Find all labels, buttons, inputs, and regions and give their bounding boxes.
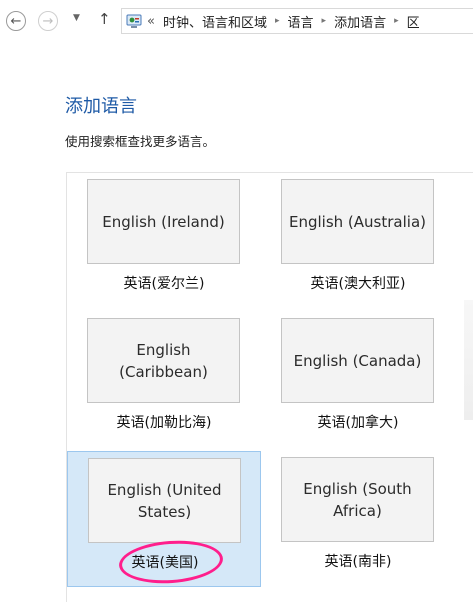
forward-button[interactable]: → — [38, 11, 58, 31]
language-list: English (Ireland) 英语(爱尔兰) English (Austr… — [66, 172, 473, 602]
navigation-bar: ← → ▼ ↑ « 时钟、语言和区域 ▸ 语言 ▸ 添加语言 ▸ 区 — [0, 0, 473, 44]
instructions-text: 使用搜索框查找更多语言。 — [65, 134, 216, 149]
language-tile: English (Caribbean) — [87, 318, 240, 403]
language-item-english-australia[interactable]: English (Australia) 英语(澳大利亚) — [261, 173, 455, 309]
breadcrumb-add-language[interactable]: 添加语言 — [334, 12, 386, 31]
language-tile: English (Ireland) — [87, 179, 240, 264]
language-item-english-canada[interactable]: English (Canada) 英语(加拿大) — [261, 312, 455, 448]
breadcrumb-separator-icon[interactable]: ▸ — [394, 16, 399, 26]
language-item-english-caribbean[interactable]: English (Caribbean) 英语(加勒比海) — [67, 312, 261, 448]
address-bar[interactable]: « 时钟、语言和区域 ▸ 语言 ▸ 添加语言 ▸ 区 — [121, 8, 473, 34]
up-button[interactable]: ↑ — [98, 10, 111, 28]
control-panel-icon — [126, 14, 142, 28]
panel-edge — [464, 300, 473, 420]
back-arrow-icon: ← — [10, 13, 22, 29]
breadcrumb-separator-icon[interactable]: ▸ — [322, 16, 327, 26]
language-tile: English (Australia) — [281, 179, 434, 264]
language-name: 英语(加勒比海) — [116, 415, 212, 431]
language-name: 英语(爱尔兰) — [123, 276, 205, 292]
highlight-annotation — [117, 537, 225, 587]
language-item-english-south-africa[interactable]: English (South Africa) 英语(南非) — [261, 451, 455, 587]
forward-arrow-icon: → — [42, 13, 54, 29]
language-name: 英语(加拿大) — [317, 415, 399, 431]
language-item-english-united-states[interactable]: English (United States) 英语(美国) — [67, 451, 261, 587]
breadcrumb-truncated[interactable]: 区 — [407, 12, 420, 31]
language-name: 英语(澳大利亚) — [310, 276, 406, 292]
language-tile: English (South Africa) — [281, 457, 434, 542]
page-title: 添加语言 — [65, 96, 137, 117]
breadcrumb-overflow[interactable]: « — [147, 14, 155, 29]
recent-locations-dropdown[interactable]: ▼ — [73, 13, 80, 23]
language-tile: English (Canada) — [281, 318, 434, 403]
back-button[interactable]: ← — [6, 11, 26, 31]
breadcrumb-separator-icon[interactable]: ▸ — [275, 16, 280, 26]
language-name: 英语(南非) — [324, 554, 392, 570]
language-tile: English (United States) — [88, 458, 241, 543]
language-item-english-ireland[interactable]: English (Ireland) 英语(爱尔兰) — [67, 173, 261, 309]
breadcrumb-language[interactable]: 语言 — [288, 12, 314, 31]
breadcrumb-clock-language-region[interactable]: 时钟、语言和区域 — [163, 12, 267, 31]
